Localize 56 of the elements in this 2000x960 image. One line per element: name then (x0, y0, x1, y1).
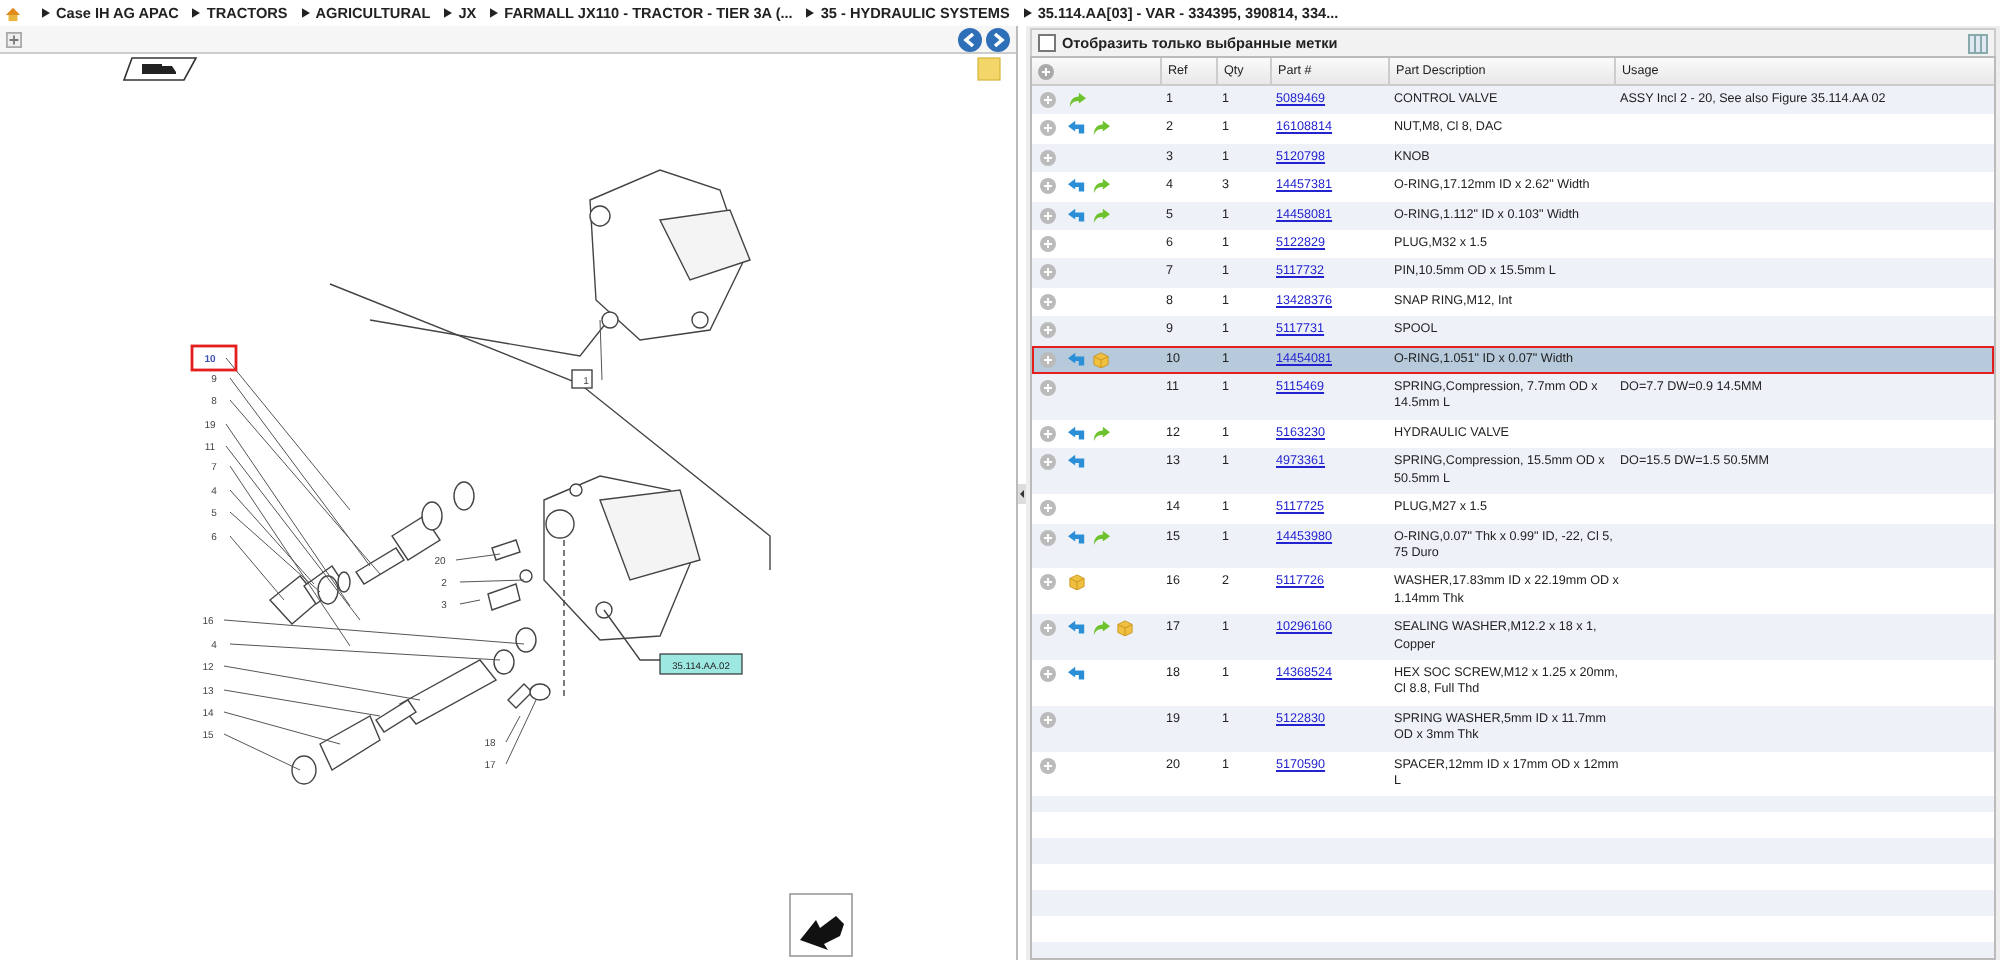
selection-highlight (190, 344, 238, 372)
box-icon[interactable] (1116, 620, 1134, 637)
return-arrow-icon[interactable] (1068, 425, 1086, 442)
info-icon[interactable] (1040, 500, 1056, 517)
info-icon[interactable] (1040, 574, 1056, 591)
info-icon[interactable] (1040, 425, 1056, 442)
return-arrow-icon[interactable] (1068, 207, 1086, 224)
forward-icon[interactable] (986, 27, 1010, 51)
breadcrumb-arrow-icon (192, 8, 201, 18)
info-icon[interactable] (1040, 380, 1056, 397)
info-icon[interactable] (1038, 63, 1054, 79)
info-icon[interactable] (1040, 757, 1056, 774)
info-icon[interactable] (1040, 665, 1056, 682)
info-icon[interactable] (1040, 620, 1056, 637)
back-icon[interactable] (958, 27, 982, 51)
forward-arrow-icon[interactable] (1092, 425, 1110, 442)
info-icon[interactable] (1040, 454, 1056, 471)
info-icon[interactable] (1040, 120, 1056, 137)
collapse-icon[interactable] (1018, 483, 1026, 503)
info-icon[interactable] (1040, 92, 1056, 108)
box-icon[interactable] (1068, 574, 1086, 591)
checkbox[interactable] (1038, 34, 1056, 52)
columns-icon[interactable] (1968, 33, 1988, 53)
box-icon[interactable] (1092, 351, 1110, 368)
forward-arrow-icon[interactable] (1092, 178, 1110, 195)
breadcrumb-arrow-icon (301, 8, 310, 18)
info-icon[interactable] (1040, 293, 1056, 310)
info-icon[interactable] (1040, 264, 1056, 281)
return-arrow-icon[interactable] (1068, 178, 1086, 195)
return-arrow-icon[interactable] (1068, 120, 1086, 137)
forward-arrow-icon[interactable] (1068, 92, 1086, 108)
return-arrow-icon[interactable] (1068, 351, 1086, 368)
home-icon[interactable] (4, 5, 22, 21)
return-arrow-icon[interactable] (1068, 665, 1086, 682)
info-icon[interactable] (1040, 236, 1056, 253)
breadcrumb-arrow-icon (444, 8, 453, 18)
return-arrow-icon[interactable] (1068, 620, 1086, 637)
info-icon[interactable] (1040, 207, 1056, 224)
arrow-button[interactable] (789, 893, 853, 957)
info-icon[interactable] (1040, 351, 1056, 368)
info-icon[interactable] (1040, 149, 1056, 166)
forward-arrow-icon[interactable] (1092, 620, 1110, 637)
breadcrumb-arrow-icon (42, 8, 50, 18)
breadcrumb-arrow-icon (490, 8, 499, 18)
info-icon[interactable] (1040, 322, 1056, 339)
forward-arrow-icon[interactable] (1092, 529, 1110, 545)
info-icon[interactable] (1040, 529, 1056, 545)
expand-icon[interactable] (6, 31, 22, 47)
breadcrumb-arrow-icon (1023, 8, 1032, 18)
return-arrow-icon[interactable] (1068, 529, 1086, 545)
breadcrumb-arrow-icon (806, 8, 815, 18)
forward-arrow-icon[interactable] (1092, 120, 1110, 137)
info-icon[interactable] (1040, 711, 1056, 728)
forward-arrow-icon[interactable] (1092, 207, 1110, 224)
return-arrow-icon[interactable] (1068, 454, 1086, 471)
info-icon[interactable] (1040, 178, 1056, 195)
